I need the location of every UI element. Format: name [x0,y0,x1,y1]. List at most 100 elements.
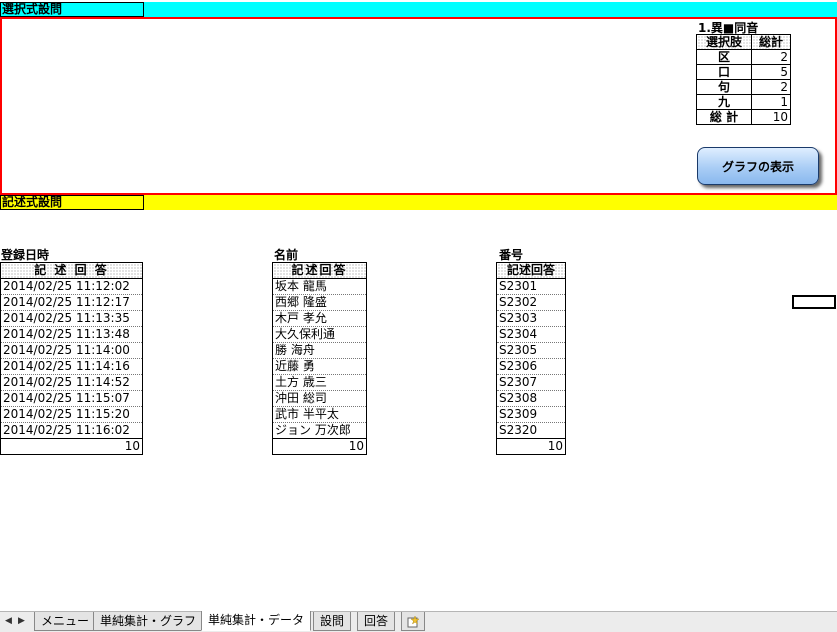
name-cell: 勝 海舟 [272,342,367,359]
number-cell: S2302 [496,294,566,311]
number-cell: S2303 [496,310,566,327]
date-cell: 2014/02/25 11:14:52 [0,374,143,391]
tab-summary-graph[interactable]: 単純集計・グラフ [93,612,204,631]
table-row: 近藤 勇 [272,358,367,375]
number-header: 記述回答 [496,262,566,279]
option-count: 2 [751,49,791,65]
table-row: 2014/02/25 11:13:35 [0,310,143,327]
table-row-total: 総 計 10 [696,109,791,125]
name-cell: 近藤 勇 [272,358,367,375]
tab-summary-data[interactable]: 単純集計・データ [201,611,312,631]
number-cell: S2320 [496,422,566,439]
date-cell: 2014/02/25 11:12:02 [0,278,143,295]
table-row: 坂本 龍馬 [272,278,367,295]
free-section-bar: 記述式設問 [0,195,837,210]
table-row: 土方 歳三 [272,374,367,391]
date-column-title: 登録日時 [1,248,50,262]
table-row: 大久保利通 [272,326,367,343]
table-row: 木戸 孝允 [272,310,367,327]
choice-summary-table: 選択肢 総計 区 2 口 5 句 2 九 1 総 計 10 [696,34,791,125]
header-total: 総計 [751,34,791,50]
number-cell: S2306 [496,358,566,375]
sheet-tab-bar: ◀ ▶ メニュー 単純集計・グラフ 単純集計・データ 設問 回答 [0,611,837,632]
table-row: 2014/02/25 11:12:02 [0,278,143,295]
table-row: 2014/02/25 11:12:17 [0,294,143,311]
table-row: ジョン 万次郎 [272,422,367,439]
option-label: 九 [696,94,752,110]
name-total: 10 [272,438,367,455]
date-cell: 2014/02/25 11:12:17 [0,294,143,311]
name-cell: 西郷 隆盛 [272,294,367,311]
header-option: 選択肢 [696,34,752,50]
table-row: 区 2 [696,49,791,65]
name-cell: 武市 半平太 [272,406,367,423]
option-label: 区 [696,49,752,65]
name-table: 記述回答 坂本 龍馬 西郷 隆盛 木戸 孝允 大久保利通 勝 海舟 近藤 勇 土… [272,262,367,455]
option-label: 口 [696,64,752,80]
option-count: 1 [751,94,791,110]
nav-last-sheet-icon[interactable]: ▶ [18,616,25,626]
name-header: 記述回答 [272,262,367,279]
table-row: 2014/02/25 11:16:02 [0,422,143,439]
table-row: S2307 [496,374,566,391]
date-cell: 2014/02/25 11:14:00 [0,342,143,359]
name-cell: 土方 歳三 [272,374,367,391]
table-row: 2014/02/25 11:13:48 [0,326,143,343]
table-row: 口 5 [696,64,791,80]
table-row: S2320 [496,422,566,439]
name-cell: 木戸 孝允 [272,310,367,327]
number-cell: S2301 [496,278,566,295]
number-column-title: 番号 [499,248,524,262]
tab-questions[interactable]: 設問 [313,612,352,631]
insert-sheet-tab[interactable] [401,612,425,631]
date-cell: 2014/02/25 11:13:35 [0,310,143,327]
option-label: 句 [696,79,752,95]
option-count: 2 [751,79,791,95]
show-graph-button[interactable]: グラフの表示 [697,147,819,185]
insert-sheet-icon [407,614,420,627]
name-cell: 坂本 龍馬 [272,278,367,295]
total-label: 総 計 [696,109,752,125]
number-table: 記述回答 S2301 S2302 S2303 S2304 S2305 S2306… [496,262,566,455]
table-row: S2303 [496,310,566,327]
nav-first-sheet-icon[interactable]: ◀ [5,616,12,626]
name-cell: ジョン 万次郎 [272,422,367,439]
name-cell: 大久保利通 [272,326,367,343]
date-cell: 2014/02/25 11:13:48 [0,326,143,343]
table-row: 武市 半平太 [272,406,367,423]
table-row: 句 2 [696,79,791,95]
table-row: 2014/02/25 11:14:52 [0,374,143,391]
option-count: 5 [751,64,791,80]
name-cell: 沖田 総司 [272,390,367,407]
tab-menu[interactable]: メニュー [34,612,97,631]
active-cell-selection[interactable] [792,295,836,309]
name-column-title: 名前 [274,248,299,262]
table-row: 2014/02/25 11:14:16 [0,358,143,375]
number-cell: S2309 [496,406,566,423]
tab-answers[interactable]: 回答 [357,612,396,631]
table-row: S2302 [496,294,566,311]
table-row: S2306 [496,358,566,375]
number-cell: S2304 [496,326,566,343]
table-row: S2301 [496,278,566,295]
date-cell: 2014/02/25 11:14:16 [0,358,143,375]
date-table: 記 述 回 答 2014/02/25 11:12:02 2014/02/25 1… [0,262,143,455]
table-row: S2305 [496,342,566,359]
table-row: 九 1 [696,94,791,110]
table-row: S2308 [496,390,566,407]
table-row: 勝 海舟 [272,342,367,359]
number-cell: S2308 [496,390,566,407]
table-row: 西郷 隆盛 [272,294,367,311]
table-row: 2014/02/25 11:15:20 [0,406,143,423]
free-section-title: 記述式設問 [0,195,144,210]
number-cell: S2305 [496,342,566,359]
date-cell: 2014/02/25 11:15:07 [0,390,143,407]
table-row: 沖田 総司 [272,390,367,407]
table-row: S2309 [496,406,566,423]
date-total: 10 [0,438,143,455]
number-total: 10 [496,438,566,455]
choice-section-title: 選択式設問 [0,2,144,17]
number-cell: S2307 [496,374,566,391]
date-cell: 2014/02/25 11:16:02 [0,422,143,439]
date-cell: 2014/02/25 11:15:20 [0,406,143,423]
